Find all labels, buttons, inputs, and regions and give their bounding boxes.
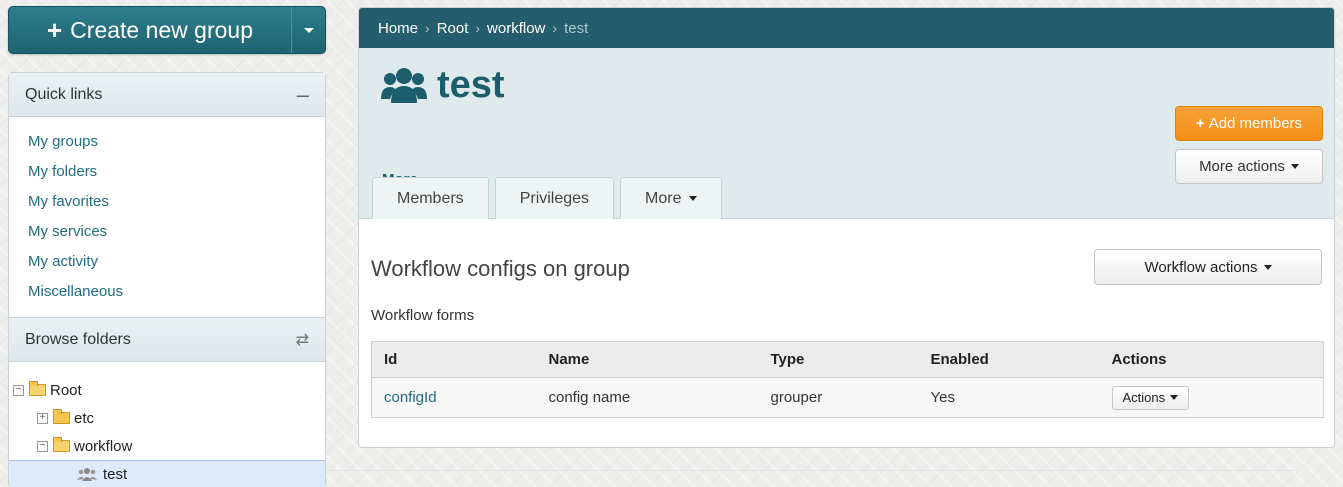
breadcrumb-separator-icon: › <box>475 20 481 36</box>
tab-more[interactable]: More <box>620 177 722 219</box>
create-group-label: Create new group <box>70 16 254 43</box>
config-id-link[interactable]: configId <box>371 377 537 418</box>
plus-icon: + <box>1195 115 1205 132</box>
main-card: Home › Root › workflow › test test More∨… <box>358 7 1335 448</box>
breadcrumb-workflow[interactable]: workflow <box>487 20 545 37</box>
workflow-table: Id Name Type Enabled Actions configId co… <box>371 341 1324 418</box>
add-members-label: Add members <box>1208 115 1303 132</box>
config-type-cell: grouper <box>758 377 919 418</box>
quick-link-my-folders[interactable]: My folders <box>9 161 325 191</box>
tab-label: More <box>645 189 682 207</box>
caret-down-icon <box>1263 264 1272 270</box>
tree-node-etc[interactable]: + etc <box>9 404 325 432</box>
quick-link-my-favorites[interactable]: My favorites <box>9 191 325 221</box>
quick-links-list: My groups My folders My favorites My ser… <box>9 117 325 311</box>
quick-link-my-services[interactable]: My services <box>9 221 325 251</box>
quick-links-title: Quick links <box>25 85 103 103</box>
column-header-id: Id <box>371 341 537 378</box>
tree-label-test: test <box>103 465 128 483</box>
quick-link-miscellaneous[interactable]: Miscellaneous <box>9 281 325 311</box>
workflow-forms-label: Workflow forms <box>371 307 475 324</box>
breadcrumb-home[interactable]: Home <box>378 20 418 37</box>
config-actions-cell: Actions <box>1099 377 1324 418</box>
tab-bar: Members Privileges More <box>372 177 722 219</box>
expand-icon[interactable]: + <box>37 412 48 424</box>
workflow-actions-label: Workflow actions <box>1144 258 1258 276</box>
config-name-cell: config name <box>536 377 759 418</box>
folder-open-icon <box>29 381 46 396</box>
minus-icon[interactable]: – <box>297 82 309 108</box>
group-icon <box>77 468 97 481</box>
breadcrumb-separator-icon: › <box>552 20 558 36</box>
quick-link-my-activity[interactable]: My activity <box>9 251 325 281</box>
collapse-icon[interactable]: − <box>13 384 24 396</box>
plus-icon: + <box>46 15 63 45</box>
more-actions-button[interactable]: More actions <box>1175 149 1323 184</box>
section-title: Workflow configs on group <box>371 256 630 281</box>
column-header-type: Type <box>758 341 919 378</box>
group-icon <box>381 68 427 103</box>
browse-folders-title: Browse folders <box>25 330 131 348</box>
row-actions-button[interactable]: Actions <box>1111 385 1190 410</box>
group-header: test More∨ + Add members More actions Me… <box>359 48 1334 219</box>
caret-down-icon <box>1290 164 1299 169</box>
tab-label: Members <box>397 189 464 207</box>
quick-links-panel: Quick links – My groups My folders My fa… <box>8 72 326 318</box>
breadcrumb-current: test <box>564 19 589 37</box>
caret-down-icon <box>1170 395 1179 400</box>
collapse-icon[interactable]: − <box>37 440 48 452</box>
add-members-button[interactable]: + Add members <box>1175 106 1323 141</box>
quick-links-header: Quick links – <box>9 73 325 117</box>
create-group-dropdown-toggle[interactable] <box>291 7 325 53</box>
config-enabled-cell: Yes <box>918 377 1100 418</box>
breadcrumb-root[interactable]: Root <box>437 20 469 37</box>
browse-folders-panel: Browse folders ⇄ − Root + etc − workflow <box>8 317 326 487</box>
caret-down-icon <box>688 196 697 201</box>
row-actions-label: Actions <box>1122 390 1166 405</box>
table-row: configId config name grouper Yes Actions <box>371 377 1324 418</box>
title-row: test <box>381 66 505 104</box>
footer-divider <box>330 470 1294 471</box>
tab-members[interactable]: Members <box>372 177 489 219</box>
tree-node-test[interactable]: test <box>9 460 325 487</box>
tab-privileges[interactable]: Privileges <box>494 177 615 219</box>
breadcrumb-separator-icon: › <box>425 20 430 36</box>
tree-label-workflow: workflow <box>74 437 133 455</box>
column-header-actions: Actions <box>1099 341 1324 378</box>
workflow-actions-button[interactable]: Workflow actions <box>1094 249 1322 285</box>
folder-icon <box>53 409 70 424</box>
column-header-name: Name <box>536 341 759 378</box>
swap-icon[interactable]: ⇄ <box>296 330 309 350</box>
tree-label-root: Root <box>50 381 82 399</box>
tree-label-etc: etc <box>74 409 95 427</box>
create-new-group-button[interactable]: + Create new group <box>8 6 326 54</box>
page-title: test <box>437 64 505 106</box>
quick-link-my-groups[interactable]: My groups <box>9 131 325 161</box>
more-actions-label: More actions <box>1199 158 1285 175</box>
browse-folders-header: Browse folders ⇄ <box>9 318 325 362</box>
folder-tree: − Root + etc − workflow test <box>9 362 325 487</box>
tree-node-root[interactable]: − Root <box>9 376 325 404</box>
create-group-main[interactable]: + Create new group <box>9 7 291 53</box>
tree-node-workflow[interactable]: − workflow <box>9 432 325 460</box>
column-header-enabled: Enabled <box>918 341 1100 378</box>
table-header-row: Id Name Type Enabled Actions <box>371 341 1324 378</box>
caret-down-icon <box>303 27 314 33</box>
breadcrumb: Home › Root › workflow › test <box>359 8 1334 48</box>
folder-open-icon <box>53 437 70 452</box>
tab-label: Privileges <box>519 189 590 207</box>
